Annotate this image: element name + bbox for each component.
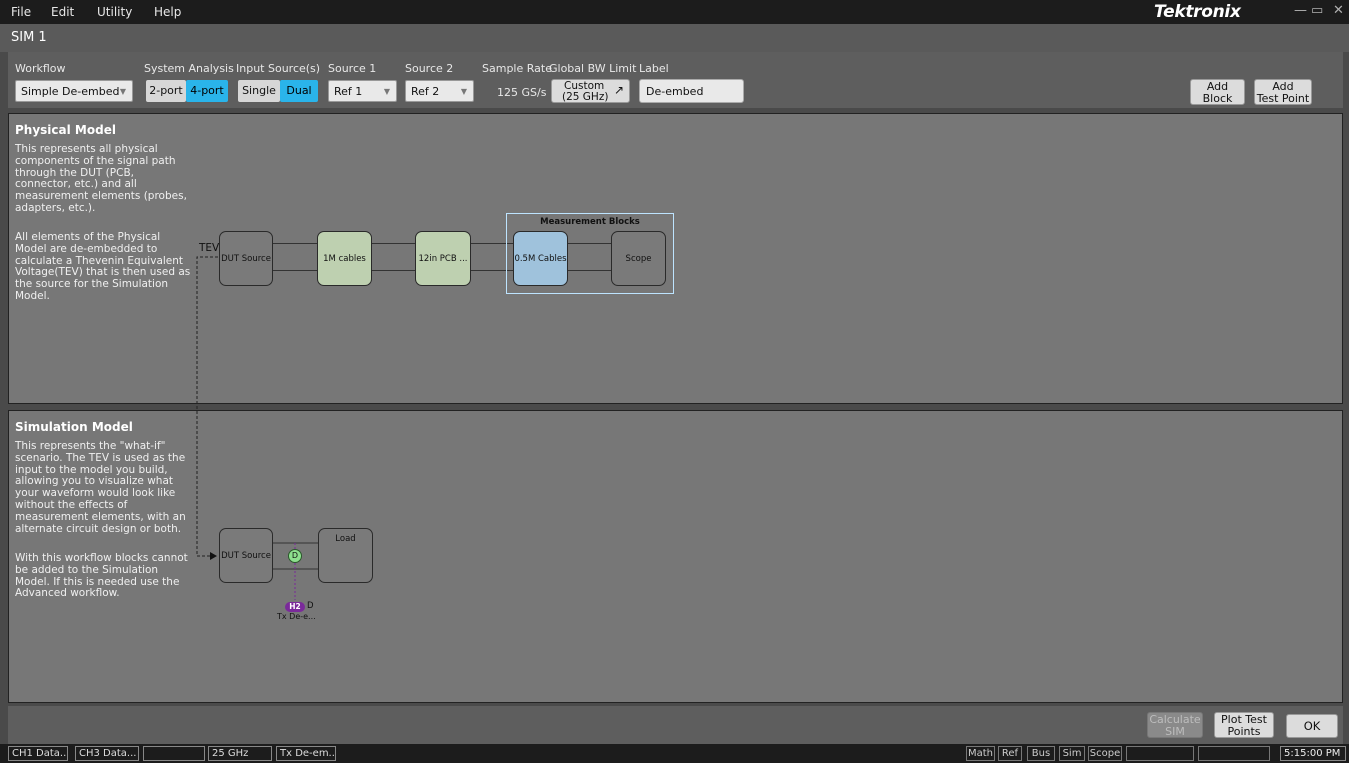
calculate-sim-button[interactable]: Calculate SIM — [1147, 712, 1203, 738]
status-blank-2 — [1198, 746, 1270, 761]
status-bus-button[interactable]: Bus — [1027, 746, 1055, 761]
sim-block-dut-source[interactable]: DUT Source — [219, 528, 273, 583]
app-window: File Edit Utility Help Tektronix — ▭ ✕ S… — [0, 0, 1349, 763]
status-blank-1 — [1126, 746, 1194, 761]
sim-block-dut-source-label: DUT Source — [221, 551, 271, 561]
ok-button[interactable]: OK — [1286, 714, 1338, 738]
status-sim-button[interactable]: Sim — [1059, 746, 1085, 761]
status-ch3[interactable]: CH3 Data... — [75, 746, 139, 761]
test-point-d[interactable]: D — [288, 549, 302, 563]
h2-badge-caption: Tx De-e... — [277, 612, 316, 621]
status-ch1[interactable]: CH1 Data... — [8, 746, 68, 761]
tev-connector — [196, 256, 318, 600]
calculate-line2: SIM — [1165, 725, 1185, 738]
h2-badge[interactable]: H2 — [285, 602, 305, 612]
sim-block-load[interactable]: Load — [318, 528, 373, 583]
status-empty[interactable] — [143, 746, 205, 761]
status-scope-button[interactable]: Scope — [1088, 746, 1122, 761]
status-bar: CH1 Data... CH3 Data... 25 GHz Tx De-em.… — [0, 744, 1349, 763]
plot-line2: Points — [1227, 725, 1261, 738]
plot-test-points-button[interactable]: Plot Test Points — [1214, 712, 1274, 738]
status-tx-deembed[interactable]: Tx De-em... — [276, 746, 336, 761]
h2-badge-suffix: D — [307, 601, 314, 611]
status-ref-button[interactable]: Ref — [998, 746, 1022, 761]
action-bar: Calculate SIM Plot Test Points OK — [8, 706, 1343, 744]
status-math-button[interactable]: Math — [966, 746, 995, 761]
status-bw[interactable]: 25 GHz — [208, 746, 272, 761]
status-clock: 5:15:00 PM — [1280, 746, 1346, 761]
sim-block-load-label: Load — [335, 534, 356, 544]
